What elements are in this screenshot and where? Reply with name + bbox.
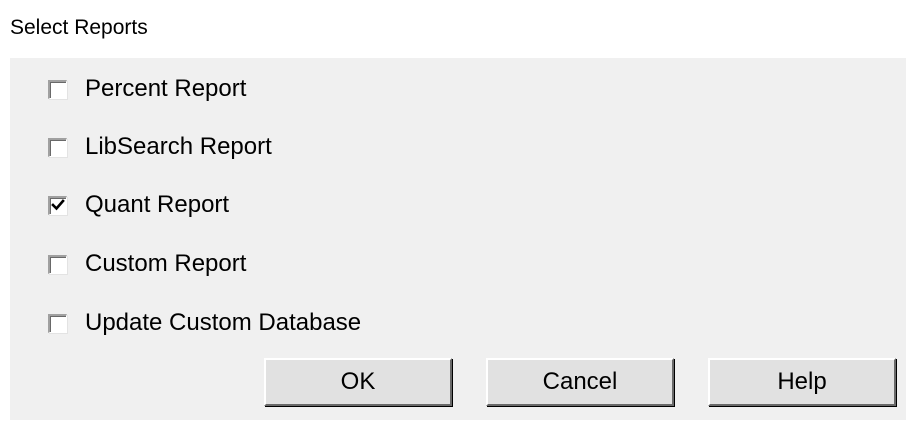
libsearch-report-checkbox[interactable]: LibSearch Report — [48, 132, 272, 162]
update-custom-database-checkbox[interactable]: Update Custom Database — [48, 308, 361, 338]
checkbox-box[interactable] — [48, 254, 67, 274]
checkbox-box[interactable] — [48, 195, 67, 215]
checkbox-label: Custom Report — [85, 250, 247, 277]
checkbox-box[interactable] — [48, 137, 67, 157]
checkbox-label: Percent Report — [85, 75, 247, 102]
select-reports-dialog: Select Reports Percent Report LibSearch … — [0, 0, 916, 432]
checkbox-label: Update Custom Database — [85, 309, 362, 336]
dialog-client-area: Percent Report LibSearch Report Quant Re… — [10, 58, 906, 420]
custom-report-checkbox[interactable]: Custom Report — [48, 249, 246, 279]
checkbox-label: LibSearch Report — [85, 133, 272, 160]
cancel-button[interactable]: Cancel — [486, 358, 674, 406]
dialog-title: Select Reports — [10, 16, 148, 39]
checkmark-icon — [51, 198, 65, 210]
quant-report-checkbox[interactable]: Quant Report — [48, 190, 229, 220]
checkbox-box[interactable] — [48, 79, 67, 99]
title-bar[interactable]: Select Reports — [0, 0, 916, 58]
help-button[interactable]: Help — [708, 358, 896, 406]
checkbox-label: Quant Report — [85, 191, 230, 218]
ok-button[interactable]: OK — [264, 358, 452, 406]
checkbox-box[interactable] — [48, 313, 67, 333]
percent-report-checkbox[interactable]: Percent Report — [48, 74, 246, 104]
